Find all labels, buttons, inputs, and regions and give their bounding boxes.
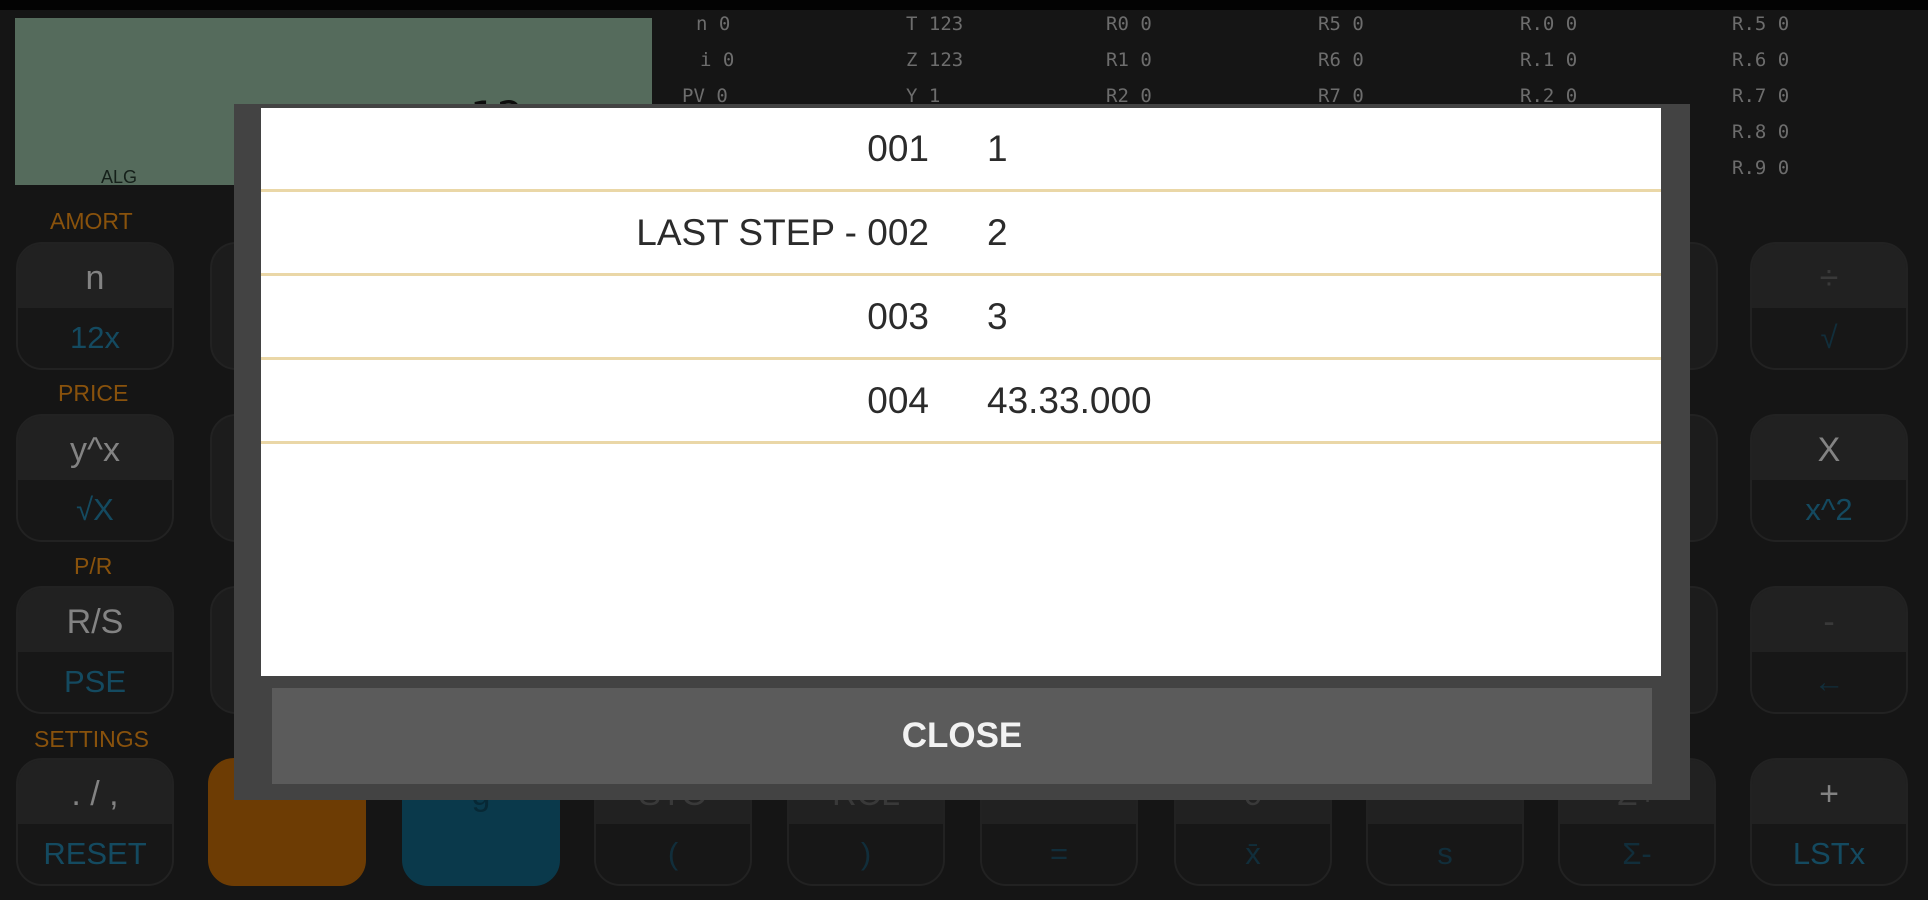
- step-value: 43.33.000: [987, 380, 1152, 421]
- step-number: 003: [867, 296, 929, 337]
- step-number: 004: [867, 380, 929, 421]
- list-item[interactable]: 004 43.33.000: [261, 360, 1661, 444]
- step-number: 001: [867, 128, 929, 169]
- list-item[interactable]: LAST STEP - 002 2: [261, 192, 1661, 276]
- program-steps-dialog: 001 1 LAST STEP - 002 2 003 3 004 43.33.…: [234, 104, 1690, 800]
- step-value: 3: [987, 296, 1008, 337]
- program-steps-list[interactable]: 001 1 LAST STEP - 002 2 003 3 004 43.33.…: [261, 108, 1661, 676]
- step-value: 2: [987, 212, 1008, 253]
- list-item[interactable]: 003 3: [261, 276, 1661, 360]
- step-value: 1: [987, 128, 1008, 169]
- step-number: LAST STEP - 002: [636, 212, 929, 253]
- list-item[interactable]: 001 1: [261, 108, 1661, 192]
- close-button[interactable]: CLOSE: [272, 688, 1652, 784]
